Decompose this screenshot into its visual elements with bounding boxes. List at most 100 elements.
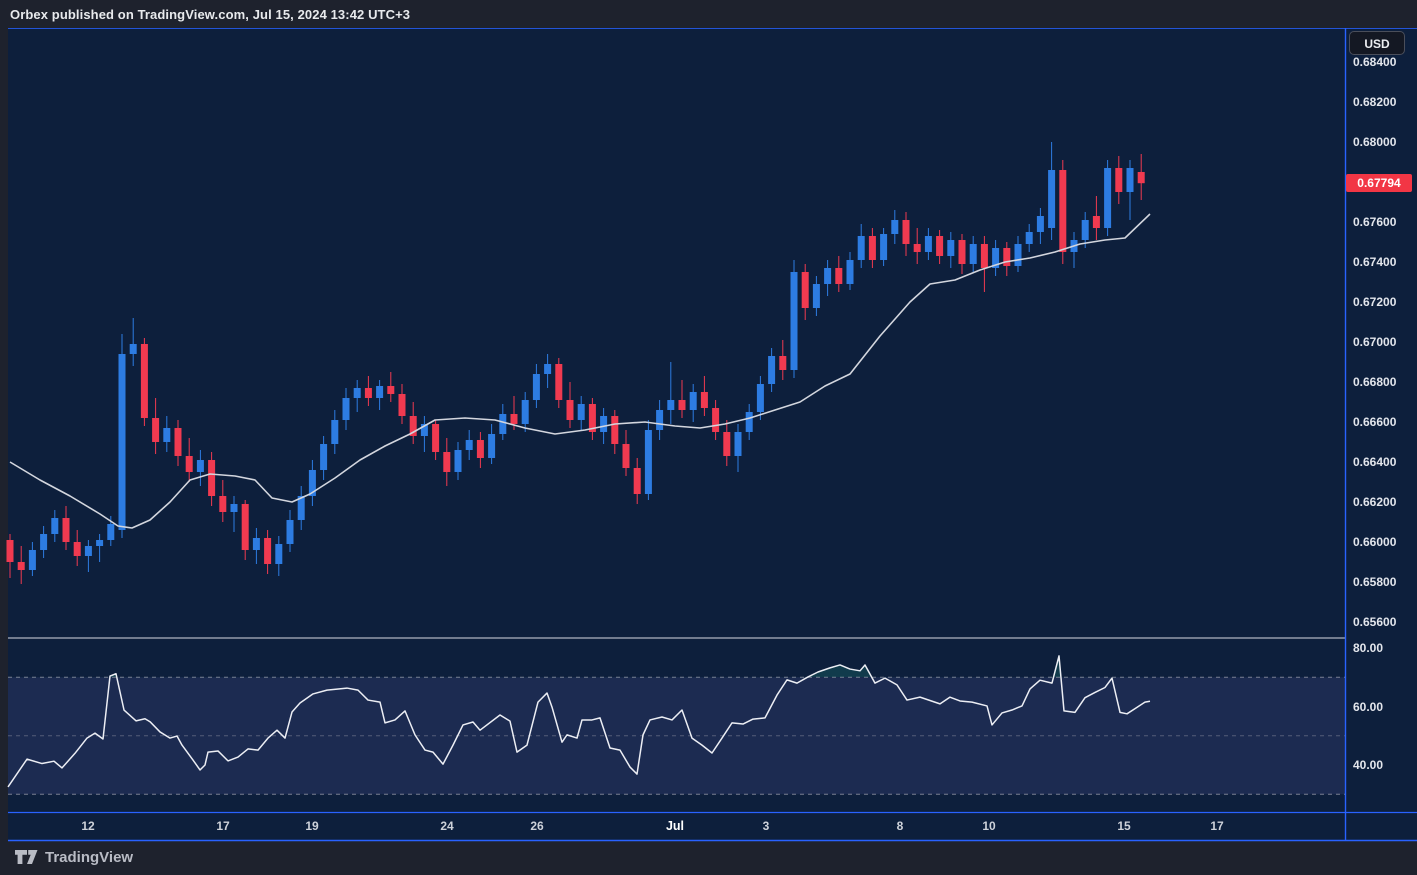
candle-body [141,344,148,418]
candle-body [522,400,529,424]
candle-body [208,460,215,496]
chart-canvas[interactable] [0,0,1417,875]
candle-body [746,412,753,432]
candle-body [880,234,887,260]
price-axis-label: 0.67400 [1353,254,1415,270]
candle-body [690,392,697,410]
candle-body [914,244,921,252]
candle-body [802,272,809,308]
price-axis-label: 0.66600 [1353,414,1415,430]
candle-body [455,450,462,472]
candle-body [824,268,831,284]
time-axis-label-8: 8 [880,819,920,834]
candle-body [1048,170,1055,228]
candle-body [74,542,81,556]
currency-usd-button[interactable]: USD [1349,31,1405,55]
candle-body [443,452,450,472]
candle-body [242,504,249,550]
candle-body [858,236,865,260]
time-axis-label-3: 3 [746,819,786,834]
candle-body [231,504,238,512]
tradingview-logo-icon [15,850,38,865]
candle-body [701,392,708,408]
candle-body [63,518,70,542]
candle-body [903,220,910,244]
candle-body [387,386,394,394]
time-axis-label-24: 24 [427,819,467,834]
candle-body [275,544,282,564]
candle-body [152,418,159,442]
price-axis-label: 0.65600 [1353,614,1415,630]
candle-body [197,460,204,472]
candle-body [264,538,271,564]
price-axis-label: 0.68400 [1353,54,1415,70]
candle-body [107,524,114,540]
candle-body [623,444,630,468]
candle-body [130,344,137,354]
candle-body [253,538,260,550]
price-axis-label: 0.67600 [1353,214,1415,230]
candle-body [432,424,439,452]
time-axis-label-26: 26 [517,819,557,834]
candle-body [511,414,518,424]
candle-body [1037,216,1044,232]
candle-body [555,364,562,400]
candle-body [7,540,14,562]
candle-body [757,384,764,412]
candle-body [1015,244,1022,266]
candle-body [835,268,842,284]
candle-body [813,284,820,308]
candle-body [1115,168,1122,192]
candle-body [40,534,47,550]
candle-body [533,374,540,400]
price-axis-label: 0.66800 [1353,374,1415,390]
tradingview-chart-page: { "header": { "note": "Orbex published o… [0,0,1417,875]
candle-body [712,408,719,432]
candle-body [1059,170,1066,252]
candle-body [466,440,473,450]
candle-body [29,550,36,570]
rsi-axis-label: 60.00 [1353,699,1415,715]
candle-body [163,428,170,442]
candle-body [219,496,226,512]
candle-body [1082,220,1089,240]
candle-body [768,356,775,384]
candle-body [679,400,686,410]
candle-body [981,244,988,268]
candle-body [354,388,361,398]
candle-body [667,400,674,410]
candle-body [1127,168,1134,192]
candle-body [51,518,58,534]
candle-body [343,398,350,420]
candle-body [320,444,327,470]
candle-body [611,416,618,444]
candle-body [175,428,182,456]
candle-body [365,388,372,398]
candle-body [791,272,798,370]
candle-body [735,432,742,456]
candle-body [645,430,652,494]
rsi-axis-label: 80.00 [1353,640,1415,656]
price-axis-label: 0.65800 [1353,574,1415,590]
candle-body [947,240,954,256]
tradingview-logo[interactable]: TradingView [15,845,133,869]
candle-body [656,410,663,430]
candle-body [488,434,495,458]
candle-body [891,220,898,234]
candle-body [376,386,383,398]
candle-body [970,244,977,264]
candle-body [869,236,876,260]
candle-body [186,456,193,472]
candle-body [18,562,25,570]
candle-body [85,546,92,556]
tradingview-logo-text: TradingView [45,849,133,866]
candle-body [578,404,585,420]
candle-body [634,468,641,494]
candle-body [847,260,854,284]
candle-body [1093,216,1100,228]
price-axis-label: 0.66400 [1353,454,1415,470]
time-axis-label-15: 15 [1104,819,1144,834]
candle-body [399,394,406,416]
candle-body [925,236,932,252]
rsi-axis-label: 40.00 [1353,757,1415,773]
